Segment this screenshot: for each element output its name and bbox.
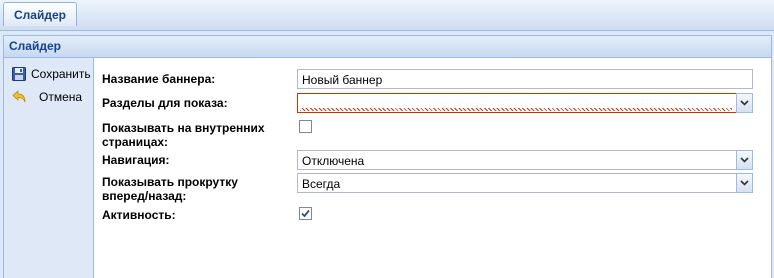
navigation-label: Навигация:: [102, 153, 170, 167]
show-inner-checkbox[interactable]: [299, 120, 312, 133]
banner-form: Название баннера: Новый баннер Разделы д…: [94, 58, 771, 278]
banner-name-input[interactable]: Новый баннер: [297, 69, 753, 89]
invalid-underline: [300, 108, 732, 111]
active-checkbox[interactable]: [299, 207, 312, 220]
scroll-dropdown-trigger[interactable]: [736, 173, 753, 193]
undo-arrow-icon: [12, 90, 26, 103]
tab-slider[interactable]: Слайдер: [3, 2, 77, 27]
chevron-down-icon: [740, 157, 749, 163]
cancel-button[interactable]: Отмена: [12, 87, 82, 107]
show-inner-label: Показывать на внутренних страницах:: [102, 121, 265, 149]
scroll-select[interactable]: Всегда: [297, 173, 753, 193]
checkmark-icon: [301, 209, 310, 218]
banner-name-label: Название баннера:: [102, 72, 216, 86]
tab-strip-bottom: [0, 26, 774, 31]
save-button-label: Сохранить: [31, 67, 91, 81]
navigation-value: Отключена: [302, 154, 365, 168]
tab-strip: Слайдер: [0, 0, 774, 27]
sections-dropdown-trigger[interactable]: [736, 93, 753, 113]
navigation-dropdown-trigger[interactable]: [736, 150, 753, 170]
chevron-down-icon: [740, 100, 749, 106]
active-label: Активность:: [102, 208, 176, 222]
scroll-value: Всегда: [302, 177, 341, 191]
navigation-select[interactable]: Отключена: [297, 150, 753, 170]
chevron-down-icon: [740, 180, 749, 186]
sections-combo[interactable]: [297, 93, 753, 113]
slider-panel: Слайдер Сохранить Отмена Название баннер…: [3, 35, 772, 278]
cancel-button-label: Отмена: [39, 90, 83, 104]
save-button[interactable]: Сохранить: [12, 64, 91, 84]
banner-name-value: Новый баннер: [302, 73, 383, 87]
sections-label: Разделы для показа:: [102, 96, 228, 110]
panel-title: Слайдер: [4, 36, 771, 58]
floppy-disk-icon: [12, 67, 26, 81]
scroll-label: Показывать прокрутку вперед/назад:: [102, 175, 238, 203]
side-toolbar: Сохранить Отмена: [4, 58, 94, 278]
